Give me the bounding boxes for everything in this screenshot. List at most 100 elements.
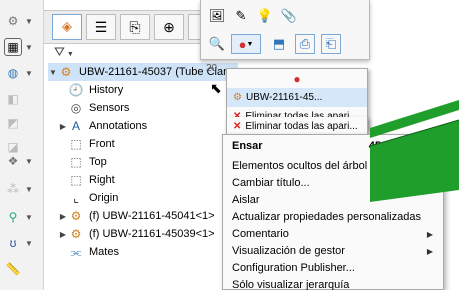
dropdown-arrow-icon: ▼ (25, 184, 33, 194)
submenu-item-label: Eliminar todas las apari... (245, 121, 358, 132)
tree-item-label: History (89, 84, 124, 96)
tree-item[interactable]: ⬚ Right (58, 171, 114, 189)
toolbar-button-light[interactable]: 💡 (255, 6, 275, 26)
context-menu-item-label: Visualización de gestor (232, 245, 345, 257)
toolbar-button-pen[interactable]: ✎ (231, 6, 251, 26)
toolbar-button-edit-appearance[interactable]: ⬒ (269, 34, 289, 54)
assembly-icon: ⚙ (60, 65, 72, 79)
curve-icon: ʊ (9, 236, 17, 250)
tree-item-label: Top (89, 156, 107, 168)
tab-dimxpert[interactable]: ⊕ (154, 14, 184, 40)
tree-item-label: Front (89, 138, 115, 150)
left-tool-9[interactable]: ⚲ ▼ (4, 206, 40, 228)
submenu-header: ● (227, 69, 367, 88)
context-menu-item[interactable]: Sólo visualizar jerarquía (223, 274, 443, 290)
left-tool-3[interactable]: ◍ ▼ (4, 62, 40, 84)
model-geometry[interactable] (370, 90, 459, 210)
left-tool-5[interactable]: ◩ (4, 112, 40, 134)
toolbar-button-clip[interactable]: 📎 (279, 6, 299, 26)
tree-item-label: Annotations (89, 120, 148, 132)
tab-feature-manager[interactable]: 🞛 (52, 14, 82, 40)
dimxpert-icon: ⊕ (163, 18, 175, 35)
left-tool-10[interactable]: ʊ ▼ (4, 232, 40, 254)
screen: ⚙▼ ▦▼ ◍▼ ◧ ◩ ◪ ❖▼ ⁂▼ ⚲▼ ʊ▼ 📏 🞛 ☰ ⎘ ⊕ ● ⛛… (0, 0, 459, 290)
dropdown-arrow-icon: ▼ (25, 16, 33, 26)
left-tool-1[interactable]: ⚙ ▼ (4, 10, 40, 32)
tree-item[interactable]: ⫘ Mates (58, 243, 119, 261)
paperclip-icon: 📎 (280, 8, 298, 23)
light-icon: 💡 (256, 8, 274, 23)
dropdown-arrow-icon: ▼ (246, 40, 254, 48)
tree-item[interactable]: ◎ Sensors (58, 99, 130, 117)
feature-tree-icon: 🞛 (61, 18, 73, 35)
plane-icon: ⬚ (70, 137, 82, 151)
ruler-icon: 📏 (5, 262, 21, 276)
dropdown-arrow-icon: ▼ (25, 212, 33, 222)
left-tool-11[interactable]: 📏 (4, 258, 40, 280)
dropdown-arrow-icon: ▼ (25, 42, 33, 52)
edit-appearance-icon: ⬒ (272, 36, 286, 51)
context-menu-item-label: Aislar (232, 194, 260, 206)
tree-item-label: (f) UBW-21161-45041<1> (89, 210, 215, 222)
part-icon: ⚙ (70, 209, 82, 223)
tree-item-label: Origin (89, 192, 119, 204)
submenu-item-label: UBW-21161-45... (245, 92, 323, 103)
part-icon: ◧ (7, 92, 19, 106)
tab-configuration-manager[interactable]: ⎘ (120, 14, 150, 40)
part-icon: ⚙ (70, 227, 82, 241)
submenu-arrow-icon: ▶ (426, 229, 433, 239)
component-icon: ◩ (7, 116, 19, 130)
display-icon: ▦ (4, 38, 22, 56)
sensors-icon: ◎ (70, 101, 82, 115)
left-command-strip: ⚙ ▼ ▦ ▼ ◍ ▼ ◧ ◩ ◪ ❖ ▼ ⁂ ▼ ⚲ ▼ ʊ ▼ 📏 (0, 0, 44, 290)
appearance-ball-icon: ● (238, 36, 247, 52)
tree-item-label: (f) UBW-21161-45039<1> (89, 228, 215, 240)
tree-item[interactable]: ▶ A Annotations (58, 117, 147, 135)
context-menu-item-label: Actualizar propiedades personalizadas (232, 211, 421, 223)
left-tool-8[interactable]: ⁂ ▼ (4, 178, 40, 200)
expand-icon[interactable]: ▶ (58, 212, 68, 221)
submenu-arrow-icon: ▶ (426, 246, 433, 256)
sheet-icon: ❖ (7, 154, 19, 168)
collapse-icon[interactable]: ▼ (48, 68, 58, 77)
left-tool-2[interactable]: ▦ ▼ (4, 36, 40, 58)
origin-icon: ⌞ (73, 191, 79, 205)
tree-item[interactable]: ⬚ Top (58, 153, 107, 171)
left-tool-4[interactable]: ◧ (4, 88, 40, 110)
mates-icon: ⫘ (70, 244, 82, 259)
paste-appearance-icon: ⎗ (325, 36, 337, 51)
tree-item[interactable]: ⬚ Front (58, 135, 115, 153)
tree-item[interactable]: 🕘 History (58, 81, 124, 99)
tree-item[interactable]: ▶ ⚙ (f) UBW-21161-45039<1> (58, 225, 215, 243)
toolbar-button-appearance[interactable]: ● ▼ (231, 34, 261, 54)
zoom-icon: 🔍 (208, 36, 226, 51)
plane-icon: ⬚ (70, 155, 82, 169)
tree-item[interactable]: ⌞ Origin (58, 189, 118, 207)
expand-icon[interactable]: ▶ (58, 230, 68, 239)
filter-icon[interactable]: ⛛ ▼ (54, 44, 74, 60)
expand-icon[interactable]: ▶ (58, 122, 68, 131)
context-menu-item-label: Elementos ocultos del árbol (232, 160, 368, 172)
dropdown-arrow-icon: ▼ (25, 156, 33, 166)
submenu-item-part[interactable]: ⚙ UBW-21161-45... (227, 88, 367, 107)
toolbar-button-copy-appearance[interactable]: ⎙ (295, 34, 315, 54)
mouse-cursor-icon: ⬉ (210, 80, 222, 96)
dropdown-arrow-icon: ▼ (25, 238, 33, 248)
copy-appearance-icon: ⎙ (299, 36, 311, 51)
context-menu-item-label: Comentario (232, 228, 289, 240)
configuration-icon: ⎘ (129, 18, 141, 35)
left-tool-7[interactable]: ❖ ▼ (4, 150, 40, 172)
tab-property-manager[interactable]: ☰ (86, 14, 116, 40)
toolbar-button-scene[interactable]: 🖼 (207, 6, 227, 26)
tree-item[interactable]: ▶ ⚙ (f) UBW-21161-45041<1> (58, 207, 215, 225)
context-menu-header-left: Ensar (232, 140, 263, 152)
mate-icon: ⚲ (8, 210, 18, 224)
toolbar-button-paste-appearance[interactable]: ⎗ (321, 34, 341, 54)
scene-icon: 🖼 (208, 8, 226, 23)
tree-truncated-text: 20 (206, 63, 218, 74)
context-menu-item-label: Configuration Publisher... (232, 262, 355, 274)
plane-icon: ⬚ (70, 173, 82, 187)
appearance-toolbar: 🖼 ✎ 💡 📎 🔍 ● ▼ ⬒ ⎙ ⎗ (200, 0, 370, 60)
toolbar-button-zoom[interactable]: 🔍 (207, 34, 227, 54)
history-icon: 🕘 (68, 83, 84, 97)
